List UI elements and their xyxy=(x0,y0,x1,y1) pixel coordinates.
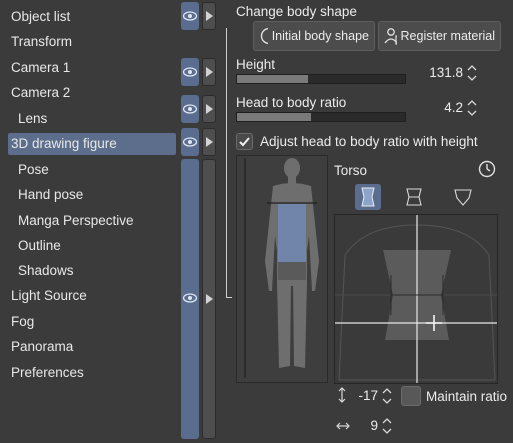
horizontal-arrows-icon xyxy=(336,422,350,430)
y-offset-value[interactable]: -17 xyxy=(352,388,378,403)
maintain-ratio-checkbox[interactable] xyxy=(401,386,421,406)
nav-item-3d-drawing-figure[interactable]: 3D drawing figure xyxy=(8,133,176,155)
initial-body-shape-label: Initial body shape xyxy=(271,29,369,43)
x-offset-spinner-icon[interactable] xyxy=(382,416,392,434)
eye-icon xyxy=(183,11,197,21)
adjust-ratio-checkbox[interactable] xyxy=(236,133,253,150)
nav-item-shadows[interactable]: Shadows xyxy=(8,260,176,282)
register-material-button[interactable]: Register material xyxy=(378,21,501,51)
visibility-toggle-light-source[interactable] xyxy=(181,159,199,439)
eye-icon xyxy=(183,293,197,303)
expand-light-source-button[interactable] xyxy=(202,159,216,439)
section-bracket-end xyxy=(226,297,232,298)
torso-shape-editor[interactable] xyxy=(334,214,498,384)
ratio-label: Head to body ratio xyxy=(236,95,347,110)
nav-item-preferences[interactable]: Preferences xyxy=(8,362,176,384)
reset-clock-icon xyxy=(260,27,268,45)
section-title: Change body shape xyxy=(236,4,357,19)
waist-icon xyxy=(406,188,422,206)
waist-part-button[interactable] xyxy=(401,184,427,210)
height-spinner-icon[interactable] xyxy=(467,63,477,81)
visibility-toggle-object-list[interactable] xyxy=(181,2,199,30)
triangle-right-icon xyxy=(206,294,213,304)
hip-icon xyxy=(454,189,472,206)
nav-item-transform[interactable]: Transform xyxy=(8,31,176,53)
nav-item-camera-2[interactable]: Camera 2 xyxy=(8,82,176,104)
height-value[interactable]: 131.8 xyxy=(410,65,463,80)
nav-item-pose[interactable]: Pose xyxy=(8,159,176,181)
nav-item-manga-perspective[interactable]: Manga Perspective xyxy=(8,210,176,232)
torso-editor-canvas xyxy=(335,215,497,383)
ratio-spinner-icon[interactable] xyxy=(467,98,477,116)
nav-item-outline[interactable]: Outline xyxy=(8,235,176,257)
visibility-toggle-camera-2[interactable] xyxy=(181,95,199,123)
checkmark-icon xyxy=(239,137,250,147)
y-offset-spinner-icon[interactable] xyxy=(382,386,392,404)
height-slider[interactable] xyxy=(236,74,406,84)
torso-label: Torso xyxy=(334,163,368,178)
vertical-arrows-icon xyxy=(338,387,346,403)
body-figure-icon xyxy=(244,158,319,378)
torso-icon xyxy=(361,187,375,207)
ratio-slider-fill xyxy=(237,113,311,121)
eye-icon xyxy=(183,67,197,77)
height-label: Height xyxy=(236,57,276,72)
adjust-ratio-label: Adjust head to body ratio with height xyxy=(260,134,478,149)
torso-part-button[interactable] xyxy=(355,184,381,210)
register-material-label: Register material xyxy=(400,29,495,43)
torso-reset-icon[interactable] xyxy=(477,158,497,178)
visibility-toggle-3d-figure[interactable] xyxy=(181,128,199,156)
triangle-right-icon xyxy=(206,104,213,114)
ratio-value[interactable]: 4.2 xyxy=(410,100,463,115)
section-bracket xyxy=(226,28,227,298)
register-person-icon xyxy=(384,28,397,45)
x-offset-value[interactable]: 9 xyxy=(352,418,378,433)
nav-item-panorama[interactable]: Panorama xyxy=(8,336,176,358)
nav-item-hand-pose[interactable]: Hand pose xyxy=(8,184,176,206)
nav-item-object-list[interactable]: Object list xyxy=(8,6,176,28)
eye-icon xyxy=(183,137,197,147)
nav-item-fog[interactable]: Fog xyxy=(8,311,176,333)
maintain-ratio-label: Maintain ratio xyxy=(426,389,508,404)
nav-item-light-source[interactable]: Light Source xyxy=(8,285,176,307)
expand-object-list-button[interactable] xyxy=(202,2,216,30)
body-preview[interactable] xyxy=(236,155,328,383)
triangle-right-icon xyxy=(206,137,213,147)
nav-item-lens[interactable]: Lens xyxy=(8,108,176,130)
expand-camera-2-button[interactable] xyxy=(202,95,216,123)
triangle-right-icon xyxy=(206,67,213,77)
expand-3d-figure-button[interactable] xyxy=(202,128,216,156)
triangle-right-icon xyxy=(206,11,213,21)
height-slider-fill xyxy=(237,75,308,83)
hip-part-button[interactable] xyxy=(450,184,476,210)
visibility-toggle-camera-1[interactable] xyxy=(181,58,199,86)
eye-icon xyxy=(183,104,197,114)
nav-item-camera-1[interactable]: Camera 1 xyxy=(8,57,176,79)
initial-body-shape-button[interactable]: Initial body shape xyxy=(253,21,375,51)
ratio-slider[interactable] xyxy=(236,112,406,122)
expand-camera-1-button[interactable] xyxy=(202,58,216,86)
